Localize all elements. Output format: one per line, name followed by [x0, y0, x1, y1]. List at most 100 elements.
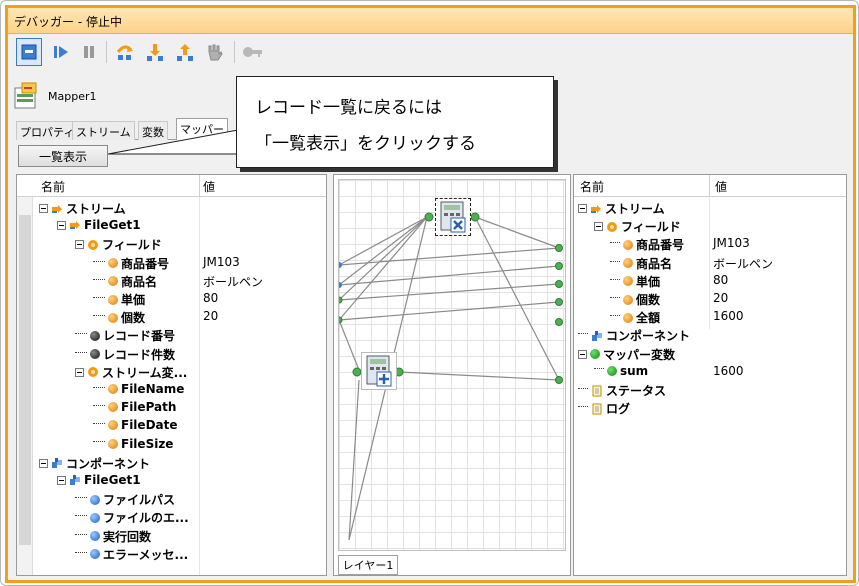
stream-icon — [591, 204, 601, 213]
canvas-grid[interactable] — [338, 179, 566, 551]
calculator-node[interactable] — [435, 198, 471, 236]
field-icon — [108, 438, 118, 449]
key-button[interactable] — [240, 38, 266, 66]
collapse-toggle[interactable] — [578, 349, 587, 359]
field-icon — [108, 420, 118, 431]
tree-row-value: JM103 — [203, 254, 240, 269]
tree-row[interactable]: ログ — [574, 399, 846, 417]
tree-row[interactable]: FileSize — [17, 436, 326, 454]
tree-row[interactable]: 個数 20 — [17, 308, 326, 326]
tree-row[interactable]: FileName — [17, 381, 326, 399]
tree-row[interactable]: sum 1600 — [574, 363, 846, 381]
tree-row[interactable]: 単価 80 — [574, 272, 846, 290]
field-folder-icon — [88, 239, 98, 250]
tree-row-label: FileDate — [121, 418, 178, 433]
tree-row[interactable]: ステータス — [574, 381, 846, 399]
tree-row-label: エラーメッセ... — [103, 547, 189, 562]
tree-row-label: sum — [620, 363, 649, 378]
field-icon — [623, 294, 633, 305]
tree-connector — [578, 406, 588, 408]
collapse-toggle[interactable] — [57, 220, 66, 230]
tree-row[interactable]: フィールド — [574, 217, 846, 235]
collapse-toggle[interactable] — [594, 222, 603, 232]
tree-row[interactable]: 商品番号 JM103 — [574, 235, 846, 253]
blue-dot-icon — [90, 549, 100, 560]
tree-row[interactable]: ストリーム — [17, 199, 326, 217]
tree-connector — [93, 386, 105, 388]
tree-row-label: 個数 — [636, 293, 661, 307]
toolbar-separator — [234, 41, 235, 63]
field-icon — [108, 258, 118, 269]
tree-row-value: JM103 — [713, 236, 750, 251]
collapse-toggle[interactable] — [578, 204, 587, 213]
tree-row[interactable]: FileDate — [17, 417, 326, 435]
tree-row[interactable]: 商品名 ボールペン — [574, 254, 846, 272]
collapse-toggle[interactable] — [75, 240, 84, 250]
calculator-plus-icon — [366, 355, 392, 387]
right-col-value: 値 — [715, 180, 728, 194]
tree-row-label: コンポーネント — [606, 329, 691, 344]
tree-row[interactable]: 全額 1600 — [574, 308, 846, 326]
tree-row[interactable]: 個数 20 — [574, 290, 846, 308]
stop-button[interactable] — [16, 38, 42, 66]
tree-row[interactable]: FileGet1 — [17, 217, 326, 235]
list-view-button[interactable]: 一覧表示 — [18, 145, 108, 167]
tree-row-label: FileGet1 — [84, 218, 141, 233]
tree-connector — [610, 260, 620, 262]
tree-row[interactable]: レコード番号 — [17, 326, 326, 344]
tree-row[interactable]: 実行回数 — [17, 527, 326, 545]
collapse-toggle[interactable] — [39, 204, 48, 213]
tree-row[interactable]: 商品名 ボールペン — [17, 272, 326, 290]
tree-row[interactable]: ストリーム変... — [17, 363, 326, 381]
tab-properties[interactable]: プロパティ — [16, 121, 79, 140]
tree-row-label: ストリーム — [605, 202, 665, 216]
pause-button[interactable] — [76, 38, 102, 66]
tree-row-label: 商品名 — [636, 256, 673, 271]
tree-row-label: 商品番号 — [636, 238, 685, 253]
field-icon — [108, 294, 118, 305]
breakpoint-hand-button[interactable] — [202, 38, 228, 66]
mapper-icon — [14, 82, 37, 109]
collapse-toggle[interactable] — [57, 475, 66, 485]
tree-row-value: ボールペン — [713, 256, 774, 271]
right-panel-header: 名前 値 — [574, 175, 846, 197]
tree-row[interactable]: マッパー変数 — [574, 345, 846, 363]
field-icon — [623, 276, 633, 287]
tree-row[interactable]: エラーメッセ... — [17, 545, 326, 563]
tree-connector — [578, 333, 588, 335]
stop-icon — [21, 44, 37, 60]
step-out-button[interactable] — [172, 38, 198, 66]
tree-row[interactable]: 単価 80 — [17, 290, 326, 308]
calculator-sum-node[interactable] — [361, 352, 397, 390]
document-icon — [592, 385, 602, 396]
tree-row[interactable]: ストリーム — [574, 199, 846, 217]
tree-row[interactable]: ファイルパス — [17, 490, 326, 508]
column-divider — [199, 197, 200, 575]
tree-row[interactable]: ファイルのエ... — [17, 508, 326, 526]
field-folder-icon — [607, 221, 617, 232]
tree-row[interactable]: FileGet1 — [17, 472, 326, 490]
tree-row[interactable]: コンポーネント — [574, 326, 846, 344]
layer-tab[interactable]: レイヤー1 — [338, 555, 398, 575]
right-col-name: 名前 — [580, 180, 605, 194]
tree-row[interactable]: FilePath — [17, 399, 326, 417]
field-icon — [108, 402, 118, 413]
tree-row-value: 1600 — [713, 309, 744, 324]
step-into-button[interactable] — [142, 38, 168, 66]
tree-row[interactable]: 商品番号 JM103 — [17, 254, 326, 272]
tree-connector — [93, 315, 105, 317]
tree-row[interactable]: レコード件数 — [17, 345, 326, 363]
tree-row[interactable]: コンポーネント — [17, 454, 326, 472]
collapse-toggle[interactable] — [75, 367, 84, 377]
step-over-button[interactable] — [112, 38, 138, 66]
field-icon — [623, 312, 633, 323]
field-icon — [623, 239, 633, 250]
tree-row-label: FileGet1 — [84, 473, 141, 487]
collapse-toggle[interactable] — [39, 458, 48, 468]
tree-row[interactable]: フィールド — [17, 235, 326, 253]
debugger-window: デバッガー - 停止中 Mapper1 プロパティ ストリーム 変数 マッパー … — [5, 5, 856, 583]
play-button[interactable] — [48, 38, 74, 66]
field-icon — [623, 258, 633, 269]
tree-connector — [75, 333, 87, 335]
play-icon — [54, 46, 68, 58]
